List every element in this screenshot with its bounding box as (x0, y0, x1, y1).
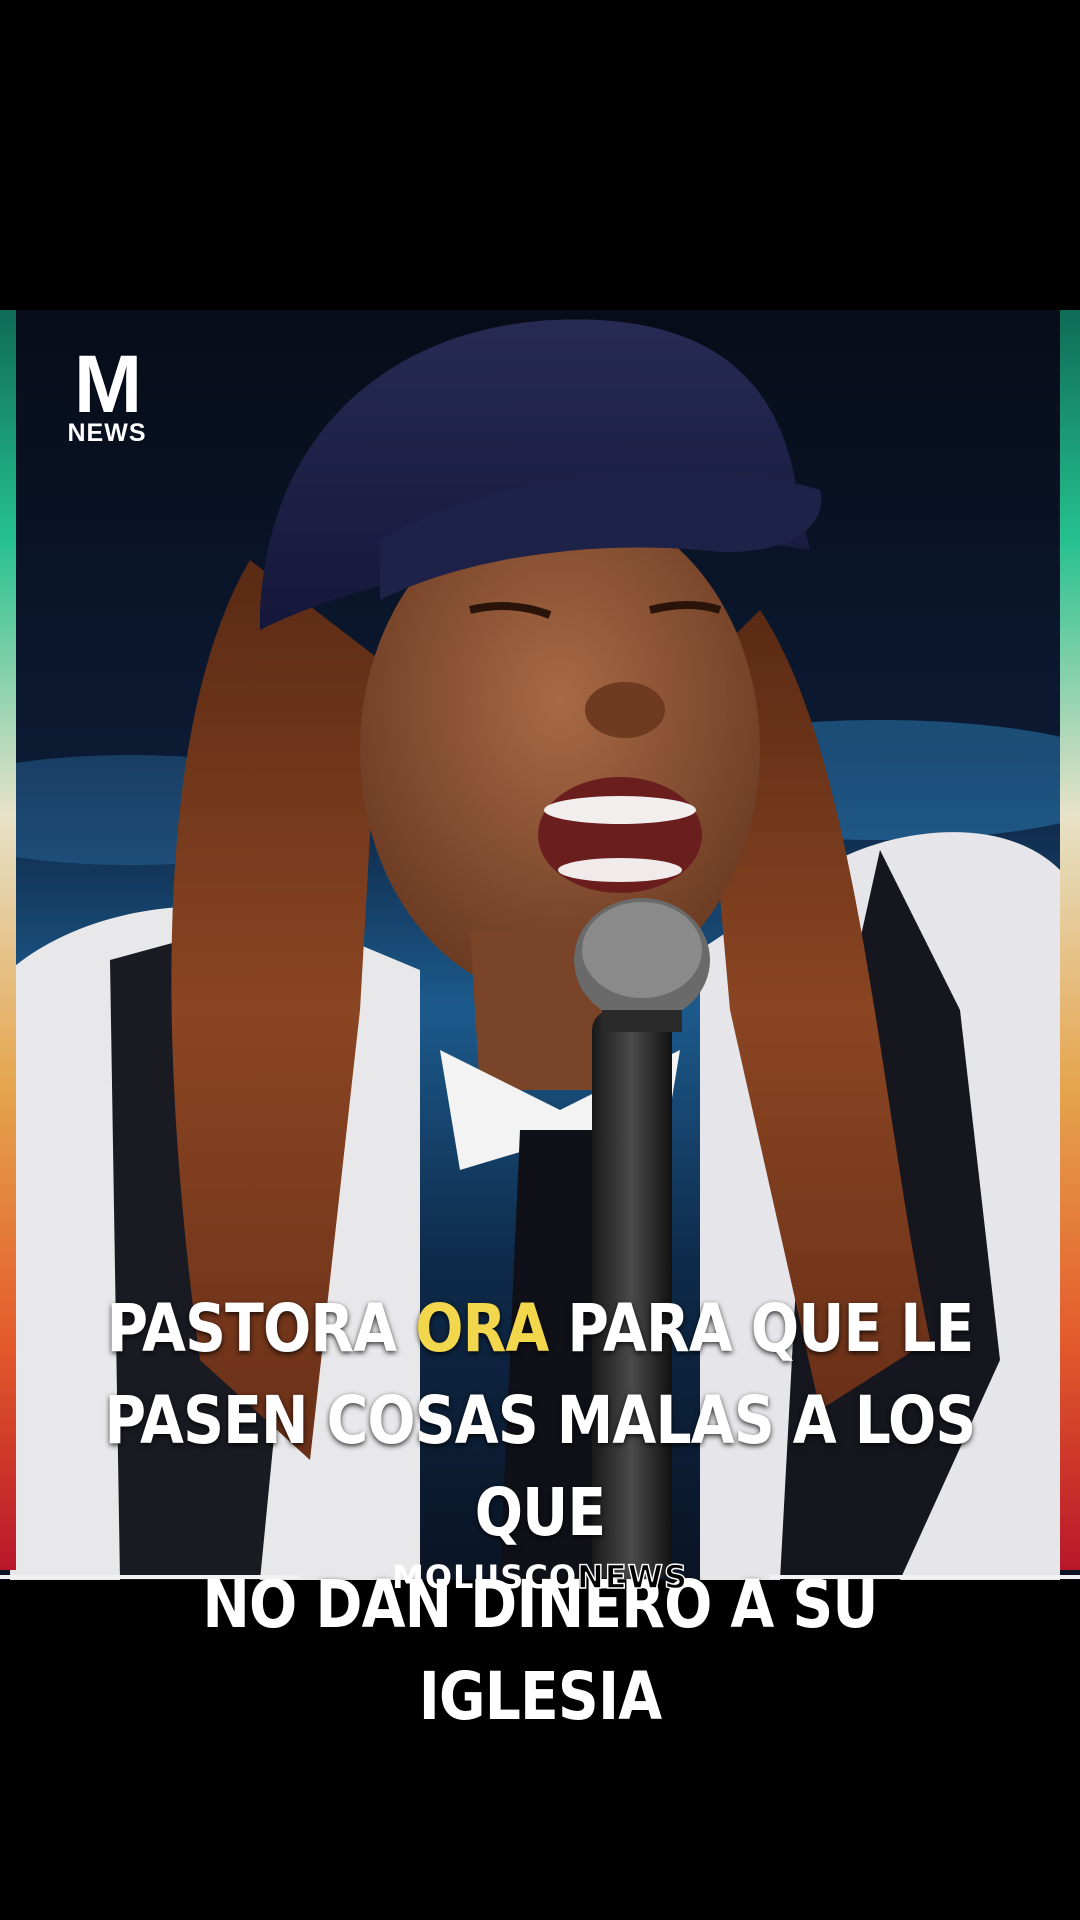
headline-line-2: PASEN COSAS MALAS A LOS QUE (104, 1382, 977, 1551)
brand-part-2: NEWS (576, 1557, 688, 1596)
logo-sub: NEWS (67, 419, 147, 447)
footer-rule-left (0, 1575, 300, 1579)
left-gradient-bar (0, 310, 16, 1570)
headline-line-1-pre: PASTORA (106, 1290, 416, 1367)
headline-caption: PASTORA ORA PARA QUE LE PASEN COSAS MALA… (101, 1283, 978, 1743)
right-gradient-bar (1060, 310, 1080, 1570)
headline-line-1-post: PARA QUE LE (548, 1290, 974, 1367)
brand-part-1: MOLUSCO (392, 1558, 578, 1596)
video-frame: M NEWS PASTORA ORA PARA QUE LE PASEN COS… (0, 0, 1080, 1920)
footer-rule-right (770, 1575, 1080, 1579)
molusco-news-brand: MOLUSCONEWS (320, 1557, 760, 1596)
logo-mark: M (73, 339, 142, 430)
mnews-logo: M NEWS (48, 339, 166, 447)
headline-line-1: PASTORA ORA PARA QUE LE (101, 1283, 978, 1375)
headline-accent-word: ORA (415, 1290, 549, 1367)
